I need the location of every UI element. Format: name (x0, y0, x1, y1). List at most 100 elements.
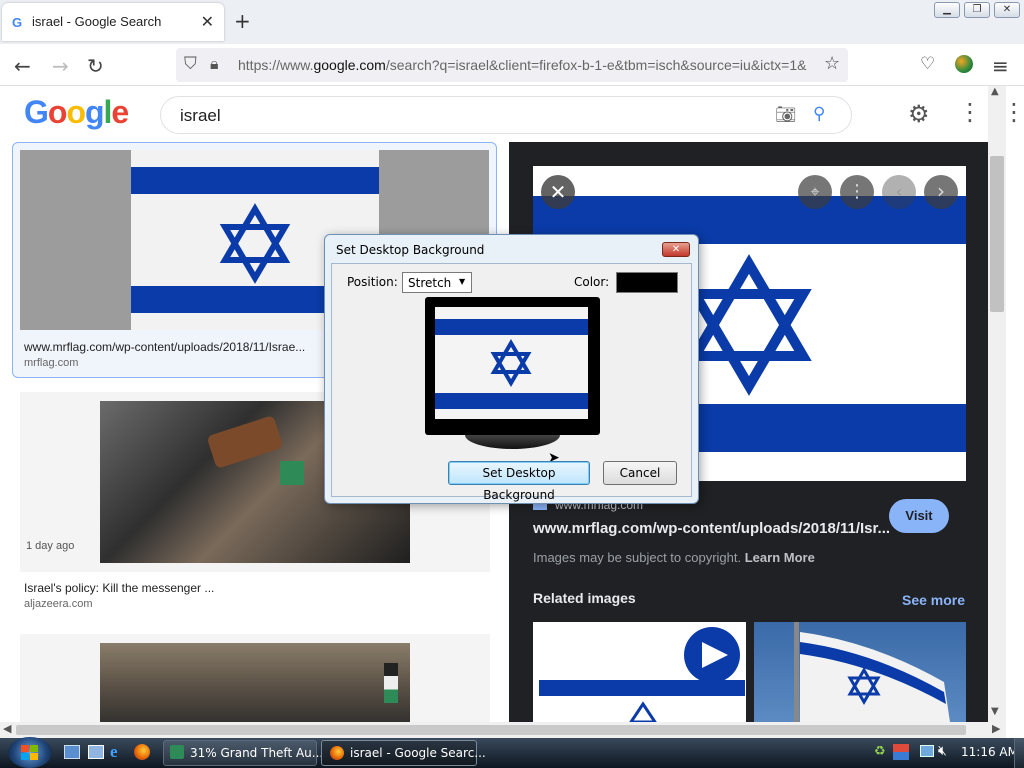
monitor-stand (465, 435, 560, 449)
logo-letter: o (47, 94, 68, 130)
cancel-button[interactable]: Cancel (603, 461, 677, 485)
restore-button[interactable]: ❐ (964, 2, 990, 18)
google-favicon-icon: G (12, 15, 23, 30)
vertical-scrollbar[interactable]: ▲ ▼ (988, 86, 1006, 722)
next-image-icon[interactable]: › (924, 175, 958, 209)
preview-url[interactable]: www.mrflag.com/wp-content/uploads/2018/1… (533, 520, 890, 537)
scroll-right-icon[interactable]: ▶ (992, 722, 1000, 735)
tab-strip: G israel - Google Search ✕ + ▁ ❐ ✕ (0, 0, 1024, 44)
url-path: /search?q=israel&client=firefox-b-1-e&tb… (385, 57, 807, 73)
visit-button[interactable]: Visit (889, 499, 949, 533)
result-age: 1 day ago (26, 540, 75, 552)
taskbar-task-gta[interactable]: 31% Grand Theft Au... (163, 740, 323, 766)
flag-image (280, 461, 304, 485)
taskbar-task-label: 31% Grand Theft Au... (190, 746, 324, 760)
logo-letter: e (111, 94, 129, 130)
search-icon[interactable]: ⚲ (813, 104, 825, 124)
related-images-title: Related images (533, 590, 636, 606)
result-url[interactable]: www.mrflag.com/wp-content/uploads/2018/1… (24, 340, 305, 354)
logo-letter: g (84, 94, 105, 130)
color-swatch-button[interactable] (616, 272, 678, 293)
search-input[interactable]: israel (180, 106, 221, 126)
more-options-icon[interactable]: ⋮ (840, 175, 874, 209)
related-image[interactable] (533, 622, 746, 722)
scroll-left-icon[interactable]: ◀ (3, 722, 11, 735)
result-card[interactable] (20, 634, 490, 722)
windows-logo-icon (21, 745, 29, 752)
see-more-link[interactable]: See more (902, 592, 965, 608)
dialog-close-button[interactable]: ✕ (662, 242, 690, 257)
url-prefix: https://www. (238, 57, 314, 73)
crowd-thumbnail[interactable] (100, 643, 410, 722)
waving-flag-related (794, 622, 950, 722)
lens-search-icon[interactable]: ⌖ (798, 175, 832, 209)
switch-windows-icon[interactable] (88, 745, 104, 759)
horizontal-scroll-thumb[interactable] (16, 725, 966, 735)
installer-icon (170, 745, 184, 759)
set-desktop-background-button[interactable]: Set Desktop Background (448, 461, 590, 502)
taskbar-task-firefox[interactable]: israel - Google Searc... (321, 740, 486, 766)
position-value: Stretch (408, 276, 452, 290)
flag-image (384, 663, 398, 703)
show-desktop-icon[interactable] (64, 745, 80, 759)
windows-logo-quad (30, 745, 38, 752)
copyright-text: Images may be subject to copyright. (533, 550, 742, 565)
scroll-up-icon[interactable]: ▲ (991, 86, 999, 97)
result-title[interactable]: Israel's policy: Kill the messenger ... (24, 581, 214, 595)
windows-logo-quad (30, 753, 38, 760)
url-text[interactable]: https://www.google.com/search?q=israel&c… (238, 57, 818, 73)
new-tab-icon[interactable]: + (234, 9, 251, 33)
horizontal-scrollbar[interactable]: ◀ ▶ (0, 722, 1006, 738)
monitor-preview (425, 297, 600, 435)
result-domain[interactable]: mrflag.com (24, 357, 78, 369)
close-window-button[interactable]: ✕ (994, 2, 1020, 18)
internet-explorer-icon[interactable]: e (110, 742, 118, 762)
bookmark-star-icon[interactable]: ☆ (824, 53, 840, 74)
shield-icon[interactable]: ⛉ (184, 54, 197, 74)
result-domain[interactable]: aljazeera.com (24, 598, 92, 610)
previous-image-icon[interactable]: ‹ (882, 175, 916, 209)
start-button[interactable] (8, 737, 52, 768)
vertical-scroll-thumb[interactable] (990, 156, 1004, 312)
monitor-flag-preview (435, 307, 588, 419)
position-label: Position: (347, 275, 398, 289)
windows-logo-quad (21, 753, 29, 760)
search-box[interactable]: 📷︎ ⚲ (160, 96, 852, 134)
pocket-icon[interactable]: ♡ (920, 54, 935, 74)
learn-more-link[interactable]: Learn More (745, 550, 815, 565)
israel-flag-related (539, 627, 745, 722)
copyright-notice: Images may be subject to copyright. Lear… (533, 550, 815, 565)
firefox-quicklaunch-icon[interactable] (134, 744, 150, 760)
hamburger-menu-icon[interactable]: ≡ (992, 54, 1009, 78)
back-icon[interactable]: ← (14, 54, 31, 78)
logo-letter: o (66, 94, 86, 130)
close-preview-icon[interactable]: ✕ (541, 175, 575, 209)
reload-icon[interactable]: ↻ (87, 54, 104, 78)
related-image[interactable] (754, 622, 966, 722)
browser-tab[interactable]: G israel - Google Search ✕ (2, 3, 224, 41)
show-desktop-button[interactable] (1014, 738, 1024, 768)
tray-volume-muted-icon[interactable]: 🔇︎ (938, 743, 947, 759)
chevron-down-icon[interactable]: ▼ (459, 277, 465, 286)
tray-security-icon[interactable] (893, 744, 909, 760)
navigation-toolbar: ← → ↻ ⛉ 🔒︎ ☆ https://www.google.com/sear… (0, 44, 1024, 86)
extension-globe-icon[interactable] (955, 55, 973, 73)
scroll-down-icon[interactable]: ▼ (991, 706, 999, 717)
camera-icon[interactable]: 📷︎ (775, 105, 797, 125)
dialog-body: Position: Stretch ▼ Color: ➤ Set Desktop… (331, 263, 692, 502)
taskbar-clock[interactable]: 11:16 AM (961, 745, 1018, 759)
settings-gear-icon[interactable]: ⚙ (908, 100, 930, 128)
close-tab-icon[interactable]: ✕ (201, 12, 214, 31)
minimize-button[interactable]: ▁ (934, 2, 960, 18)
tray-network-share-icon[interactable]: ♻ (874, 744, 886, 759)
firefox-icon (330, 746, 344, 760)
tab-title: israel - Google Search (32, 14, 162, 29)
url-host: google.com (313, 57, 386, 73)
tray-network-icon[interactable] (920, 745, 934, 757)
coffin-image (206, 415, 284, 469)
forward-icon[interactable]: → (52, 54, 69, 78)
lock-icon[interactable]: 🔒︎ (210, 54, 219, 74)
position-dropdown[interactable]: Stretch ▼ (402, 272, 472, 293)
taskbar-task-label: israel - Google Searc... (350, 746, 486, 760)
google-logo[interactable]: Google (24, 94, 129, 131)
